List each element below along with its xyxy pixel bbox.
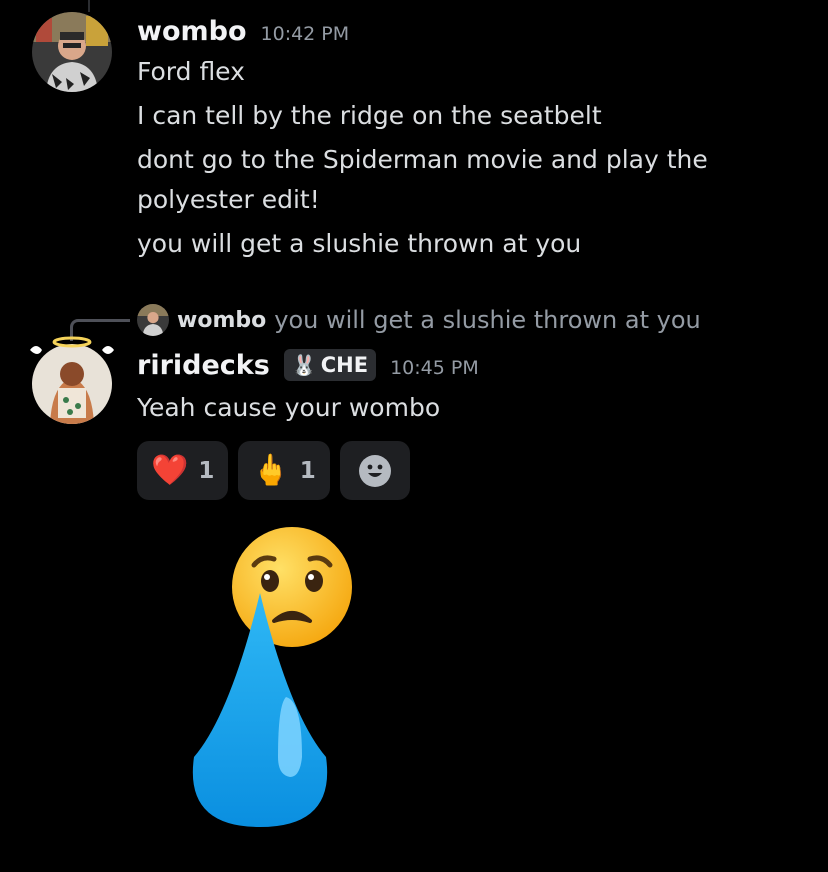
reaction-count: 1 [299,457,316,484]
timestamp: 10:45 PM [390,357,479,379]
message-line: Ford flex [137,57,245,86]
reaction-count: 1 [198,457,215,484]
reply-avatar [137,304,169,336]
red-heart-icon: ❤️ [151,452,189,488]
reply-preview[interactable]: wombo you will get a slushie thrown at y… [137,300,701,340]
username[interactable]: riridecks [137,350,270,381]
worried-face-with-teardrop-icon [190,525,358,830]
username[interactable]: wombo [137,16,247,47]
add-reaction-button[interactable] [339,441,410,500]
reaction-heart[interactable]: ❤️ 1 [137,441,229,500]
reaction-middle-finger[interactable]: 🖕 1 [238,441,330,500]
smiley-icon [358,454,391,487]
message-line: you will get a slushie thrown at you [137,229,582,258]
message-line: Yeah cause your wombo [137,393,441,422]
server-tag-label: CHE [320,353,369,377]
bunny-icon: 🐰 [291,353,317,377]
server-tag[interactable]: 🐰 CHE [283,349,377,381]
middle-finger-icon: 🖕 [252,452,290,488]
thread-connector-top [88,0,90,12]
reply-text: you will get a slushie thrown at you [274,306,701,334]
message-line: dont go to the Spiderman movie and play … [137,145,708,174]
message-line: I can tell by the ridge on the seatbelt [137,101,602,130]
timestamp: 10:42 PM [260,23,350,45]
message-line: polyester edit! [137,185,320,214]
avatar[interactable] [30,336,114,424]
reply-author: wombo [177,307,267,333]
avatar[interactable] [32,12,112,92]
reactions-bar: ❤️ 1 🖕 1 [137,441,410,500]
